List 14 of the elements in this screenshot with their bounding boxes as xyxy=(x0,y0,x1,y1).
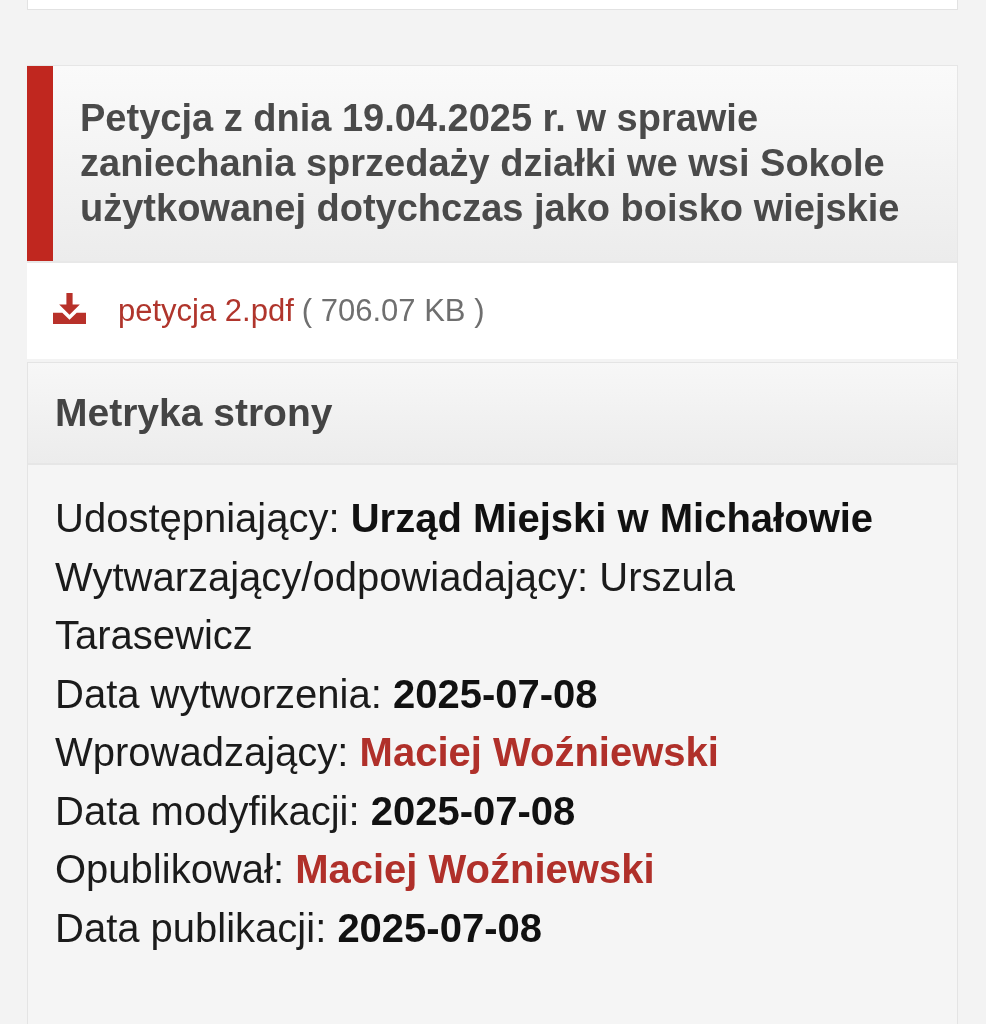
author-link[interactable]: Maciej Woźniewski xyxy=(295,847,655,891)
article-title: Petycja z dnia 19.04.2025 r. w sprawie zaniechania sprzedaży działki we wsi Sokole użytkowanej dotychczas jako boisko wiejskie xyxy=(79,96,901,231)
metadata-line: Udostępniający: Urząd Miejski w Michałowie xyxy=(55,495,875,542)
download-icon xyxy=(53,292,86,324)
metadata-label: Opublikował: xyxy=(55,847,284,891)
metadata-line: Wytwarzający/odpowiadający: Urszula Tarasewicz xyxy=(55,553,736,659)
file-size: ( 706.07 KB ) xyxy=(301,293,485,329)
section-title: Metryka strony xyxy=(55,391,333,435)
metadata-line: Data modyfikacji: 2025-07-08 xyxy=(55,787,577,835)
metadata-label: Wprowadzający: xyxy=(55,730,349,774)
metadata-line: Data wytworzenia: 2025-07-08 xyxy=(55,670,599,718)
author-link[interactable]: Maciej Woźniewski xyxy=(359,730,719,774)
file-link[interactable]: petycja 2.pdf xyxy=(118,293,294,329)
metadata-line: Data publikacji: 2025-07-08 xyxy=(55,904,543,952)
